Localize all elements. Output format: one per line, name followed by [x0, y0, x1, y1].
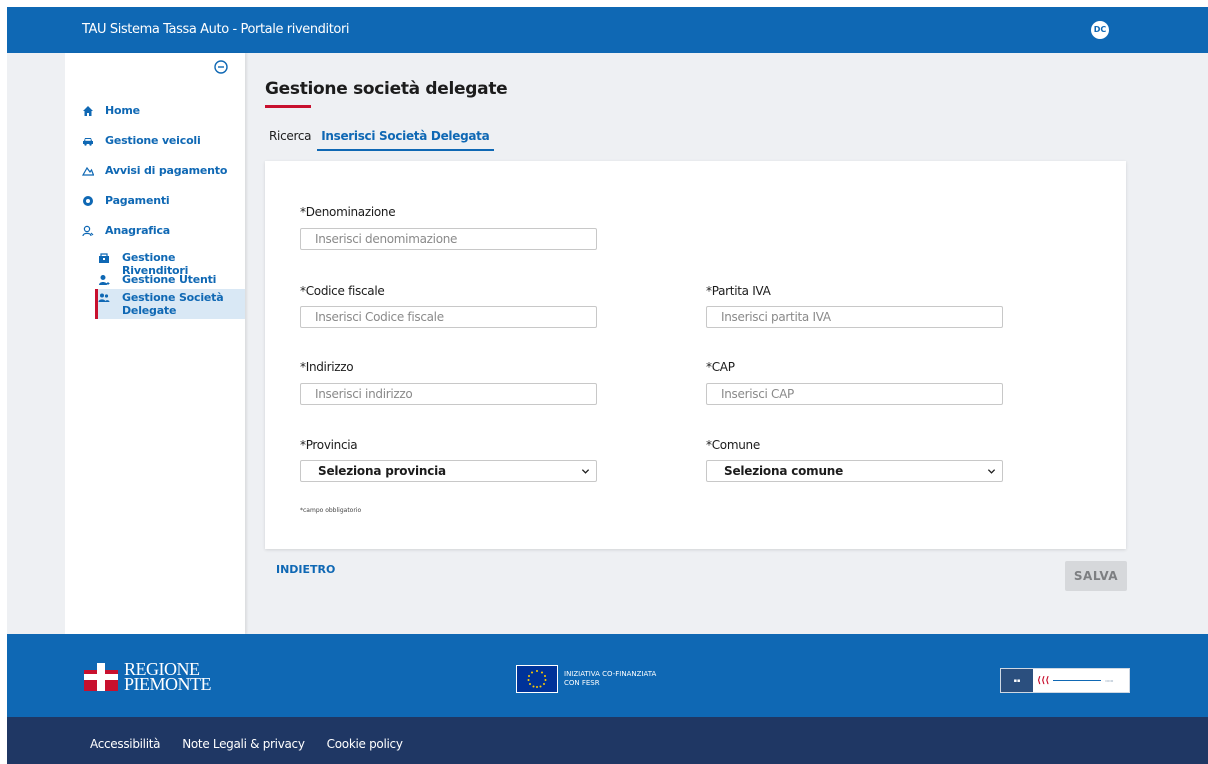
sidebar-subitem-gestione-societa-delegate[interactable]: Gestione Società Delegate — [98, 291, 232, 317]
provincia-select[interactable]: Seleziona provincia — [300, 460, 597, 482]
partner-small-mark: ▫▫▫ — [1105, 678, 1114, 683]
eu-cofinanced-logo: INIZIATIVA CO-FINANZIATA CON FESR — [516, 665, 656, 693]
sidebar-item-label: Pagamenti — [105, 194, 170, 207]
user-avatar[interactable]: DC — [1091, 21, 1109, 39]
region-line2: PIEMONTE — [124, 674, 212, 694]
sidebar-item-label: Gestione veicoli — [105, 134, 201, 147]
form-card: *Denominazione Inserisci denomimazione *… — [265, 161, 1126, 549]
comune-select[interactable]: Seleziona comune — [706, 460, 1003, 482]
sidebar-subitem-label: Gestione Società Delegate — [122, 291, 224, 317]
sidebar-item-gestione-veicoli[interactable]: Gestione veicoli — [82, 134, 201, 147]
sidebar-item-avvisi-di-pagamento[interactable]: Avvisi di pagamento — [82, 164, 227, 177]
comune-label: *Comune — [706, 438, 760, 452]
footer-link-note-legali[interactable]: Note Legali & privacy — [182, 737, 305, 751]
regione-piemonte-flag-icon — [84, 663, 118, 691]
page-title: Gestione società delegate — [265, 79, 508, 99]
sidebar-subitem-label: Gestione Utenti — [122, 273, 217, 286]
piemonte-partner-logo-icon: ▪▪ — [1001, 669, 1033, 692]
provincia-label: *Provincia — [300, 438, 358, 452]
sidebar-item-home[interactable]: Home — [82, 104, 140, 117]
sidebar-item-label: Avvisi di pagamento — [105, 164, 228, 177]
tab-inserisci-societa-delegata[interactable]: Inserisci Società Delegata — [317, 129, 495, 151]
sidebar: Home Gestione veicoli Avvisi di pagament… — [65, 53, 245, 634]
chevron-down-icon — [581, 469, 590, 474]
eu-line1: INIZIATIVA CO-FINANZIATA — [564, 670, 657, 678]
indirizzo-label: *Indirizzo — [300, 360, 354, 374]
footer-link-cookie-policy[interactable]: Cookie policy — [327, 737, 403, 751]
eu-line2: CON FESR — [564, 679, 600, 687]
codice-fiscale-input[interactable]: Inserisci Codice fiscale — [300, 306, 597, 328]
sidebar-subitem-gestione-utenti[interactable]: Gestione Utenti — [98, 273, 216, 286]
title-underline — [265, 105, 311, 108]
provincia-selected-value: Seleziona provincia — [318, 464, 446, 478]
sidebar-item-label: Anagrafica — [105, 224, 170, 237]
partner-divider — [1053, 680, 1102, 681]
chevron-down-icon — [987, 469, 996, 474]
users-group-icon — [98, 292, 110, 304]
footer-link-accessibilita[interactable]: Accessibilità — [90, 737, 161, 751]
save-button[interactable]: SALVA — [1065, 561, 1127, 591]
collapse-sidebar-icon[interactable] — [214, 60, 228, 74]
tab-ricerca[interactable]: Ricerca — [269, 129, 311, 151]
main-content: Gestione società delegate Ricerca Inseri… — [245, 53, 1208, 634]
app-frame: TAU Sistema Tassa Auto - Portale rivendi… — [7, 7, 1208, 764]
denominazione-input[interactable]: Inserisci denomimazione — [300, 228, 597, 250]
top-bar: TAU Sistema Tassa Auto - Portale rivendi… — [7, 7, 1208, 53]
back-button[interactable]: INDIETRO — [276, 563, 335, 576]
sidebar-item-label: Home — [105, 104, 140, 117]
sidebar-item-anagrafica[interactable]: Anagrafica — [82, 224, 170, 237]
mountain-icon — [82, 165, 94, 177]
indirizzo-input[interactable]: Inserisci indirizzo — [300, 383, 597, 405]
codice-fiscale-label: *Codice fiscale — [300, 284, 385, 298]
partita-iva-label: *Partita IVA — [706, 284, 771, 298]
payment-icon — [82, 195, 94, 207]
required-fields-note: *campo obbligatorio — [300, 507, 362, 514]
tabs: Ricerca Inserisci Società Delegata — [269, 129, 500, 151]
eu-flag-icon — [516, 665, 558, 693]
cap-input[interactable]: Inserisci CAP — [706, 383, 1003, 405]
footer-logos: REGIONE PIEMONTE INIZIATIVA CO-FINANZIAT… — [7, 634, 1208, 717]
csi-logo-icon: ⟨⟨⟨ — [1037, 675, 1050, 686]
footer-links-bar: Accessibilità Note Legali & privacy Cook… — [7, 717, 1208, 764]
user-add-icon — [98, 274, 110, 286]
user-icon — [82, 225, 94, 237]
denominazione-label: *Denominazione — [300, 205, 396, 219]
comune-selected-value: Seleziona comune — [724, 464, 844, 478]
regione-piemonte-logo: REGIONE PIEMONTE — [84, 660, 212, 694]
sidebar-item-pagamenti[interactable]: Pagamenti — [82, 194, 170, 207]
home-icon — [82, 105, 94, 117]
app-title: TAU Sistema Tassa Auto - Portale rivendi… — [82, 22, 350, 37]
car-icon — [82, 135, 94, 147]
shop-icon — [98, 252, 110, 264]
partner-logos: ▪▪ ⟨⟨⟨ ▫▫▫ — [1000, 668, 1130, 693]
cap-label: *CAP — [706, 360, 735, 374]
partita-iva-input[interactable]: Inserisci partita IVA — [706, 306, 1003, 328]
